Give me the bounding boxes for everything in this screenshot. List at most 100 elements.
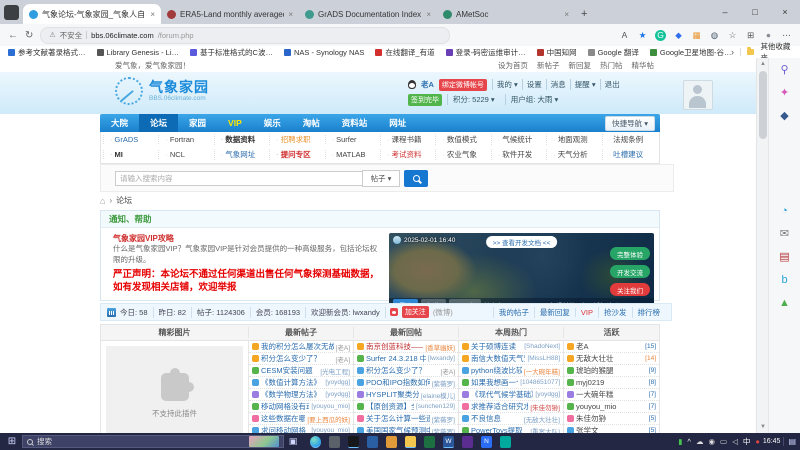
post-title[interactable]: 移动网格没有动 bbox=[261, 401, 309, 412]
section-title[interactable]: 通知、帮助 bbox=[109, 213, 152, 225]
subnav-link[interactable]: 课程书籍 bbox=[380, 134, 435, 145]
post-title[interactable]: CESM安装问题 bbox=[261, 365, 318, 376]
post-author[interactable]: [要上西瓜的妖] bbox=[307, 414, 350, 424]
post-row[interactable]: 美国国家气候预测中心 [紫薇罗] bbox=[354, 425, 458, 433]
stats-link[interactable]: VIP bbox=[575, 308, 598, 317]
toolbar-icon[interactable]: ▦ bbox=[691, 30, 702, 41]
start-button[interactable]: ⊞ bbox=[2, 436, 22, 447]
tray-icon[interactable]: ☁ bbox=[696, 438, 704, 446]
toolbar-icon[interactable]: G bbox=[655, 30, 666, 41]
subnav-link[interactable]: 气象网址 bbox=[214, 149, 269, 160]
search-button[interactable] bbox=[404, 170, 428, 187]
post-row[interactable]: Surfer 24.3.218 中文 [lwxandy] bbox=[354, 353, 458, 365]
post-title[interactable]: 求推荐适合研究水热 bbox=[471, 401, 528, 412]
tab-close-icon[interactable]: × bbox=[150, 10, 155, 19]
subnav-link[interactable]: 招聘求职 bbox=[269, 134, 324, 145]
post-title[interactable]: youyou_mio bbox=[576, 402, 647, 411]
post-title[interactable]: 关于硕博连读 bbox=[471, 341, 522, 352]
post-title[interactable]: 朱佳勿狲 bbox=[576, 413, 647, 424]
post-title[interactable]: 《数学物理方法》 bbox=[261, 389, 323, 400]
browser-tab[interactable]: GrADS Documentation Index × bbox=[299, 4, 437, 24]
subnav-link[interactable]: 软件开发 bbox=[491, 149, 546, 160]
nav-item[interactable]: 淘帖 bbox=[292, 114, 331, 132]
search-scope-select[interactable]: 帖子 ▾ bbox=[362, 170, 400, 187]
bookmark-item[interactable]: 在线翻译_有道 bbox=[375, 47, 434, 58]
nav-item[interactable]: 娱乐 bbox=[253, 114, 292, 132]
subnav-link[interactable]: 地面观测 bbox=[546, 134, 601, 145]
post-author[interactable]: [14] bbox=[645, 355, 656, 362]
toolbar-icon[interactable]: ◍ bbox=[709, 30, 720, 41]
post-author[interactable]: [ShadoNext] bbox=[524, 343, 560, 350]
credit-label[interactable]: 积分: 5229 ▾ bbox=[447, 94, 500, 105]
nav-item[interactable]: 大院 bbox=[100, 114, 139, 132]
post-row[interactable]: python绕波比较 [一大碗年糕] bbox=[459, 365, 563, 377]
post-row[interactable]: 积分怎么变少了？ [老A] bbox=[249, 353, 353, 365]
taskbar-app-icon[interactable] bbox=[386, 436, 397, 448]
bookmark-item[interactable]: Google卫星地图-谷… bbox=[650, 47, 731, 58]
bookmark-item[interactable]: NAS - Synology NAS bbox=[284, 48, 364, 57]
subnav-link[interactable]: 天气分析 bbox=[546, 149, 601, 160]
tray-icon[interactable]: ◉ bbox=[708, 438, 715, 446]
taskbar-app-icon[interactable] bbox=[348, 436, 359, 448]
bookmark-item[interactable]: Library Genesis - Li… bbox=[97, 48, 180, 57]
post-author[interactable]: [15] bbox=[645, 343, 656, 350]
subnav-link[interactable]: 考试资料 bbox=[380, 149, 435, 160]
tray-icon[interactable]: ^ bbox=[687, 438, 691, 446]
post-row[interactable]: 关于硕博连读 [ShadoNext] bbox=[459, 341, 563, 353]
post-title[interactable]: 一大碗年糕 bbox=[576, 389, 647, 400]
post-author[interactable]: [老A] bbox=[441, 366, 455, 376]
taskbar-search-box[interactable]: 搜索 bbox=[22, 435, 284, 448]
post-author[interactable]: [老A] bbox=[336, 354, 350, 364]
url-domain[interactable]: bbs.06climate.com bbox=[91, 31, 154, 40]
post-author[interactable]: [光电工程] bbox=[320, 366, 350, 376]
taskbar-app-icon[interactable] bbox=[424, 436, 435, 448]
post-title[interactable]: 南京创蓝科技—— bbox=[366, 341, 423, 352]
post-author[interactable]: [一大碗年糕] bbox=[524, 366, 560, 376]
post-row[interactable]: 无敌大壮壮 [14] bbox=[564, 353, 659, 365]
post-row[interactable]: 移动网格没有动 [youyou_mio] bbox=[249, 401, 353, 413]
toolbar-icon[interactable]: ● bbox=[763, 30, 774, 41]
sidebar-icon[interactable]: b bbox=[781, 275, 787, 286]
taskbar-app-icon[interactable] bbox=[462, 436, 473, 448]
post-row[interactable]: PDO和IPO指数如何下载 [紫薇罗] bbox=[354, 377, 458, 389]
post-author[interactable]: [香草幽妖] bbox=[425, 342, 455, 352]
post-title[interactable]: 如果我想画一个 bbox=[471, 377, 518, 388]
subnav-link[interactable]: 气候统计 bbox=[491, 134, 546, 145]
nav-item[interactable]: VIP bbox=[217, 114, 253, 132]
security-label[interactable]: 不安全 bbox=[60, 30, 83, 41]
post-author[interactable]: [MissLH88] bbox=[527, 355, 560, 362]
toolbar-icon[interactable]: ☆ bbox=[727, 30, 738, 41]
post-title[interactable]: PowerToys提取 bbox=[471, 425, 528, 433]
user-link[interactable]: 我的 ▾ bbox=[492, 79, 522, 90]
subnav-link[interactable]: MI bbox=[103, 150, 158, 159]
post-author[interactable]: [8] bbox=[649, 379, 656, 386]
tab-close-icon[interactable]: × bbox=[564, 10, 569, 19]
post-title[interactable]: 【原创资源】全国 bbox=[366, 401, 414, 412]
post-author[interactable]: [7] bbox=[649, 391, 656, 398]
search-highlight-image[interactable] bbox=[249, 436, 279, 447]
post-title[interactable]: 不良信息 bbox=[471, 413, 522, 424]
taskbar-app-icon[interactable] bbox=[310, 436, 321, 448]
bookmarks-overflow-icon[interactable]: › bbox=[731, 47, 734, 57]
subnav-link[interactable]: 吐槽建议 bbox=[602, 149, 657, 160]
tray-icon[interactable]: ▮ bbox=[678, 438, 682, 446]
browser-tab[interactable]: AMetSoc × bbox=[437, 4, 575, 24]
post-row[interactable]: 朱佳勿狲 [5] bbox=[564, 413, 659, 425]
post-row[interactable]: 求问移动网格 [youyou_mio] bbox=[249, 425, 353, 433]
quick-nav-button[interactable]: 快捷导航 ▾ bbox=[605, 116, 655, 131]
url-box[interactable]: ⚠ 不安全 bbs.06climate.com /forum.php bbox=[40, 27, 450, 44]
username-link[interactable]: 老A bbox=[421, 79, 434, 90]
post-row[interactable]: 张学文 [5] bbox=[564, 425, 659, 433]
subnav-link[interactable]: GrADS bbox=[103, 135, 158, 144]
post-title[interactable]: HYSPLIT聚类分析篇 bbox=[366, 389, 419, 400]
scrollbar-thumb[interactable] bbox=[759, 71, 767, 139]
user-link[interactable]: 设置 bbox=[522, 79, 546, 90]
user-link[interactable]: 消息 bbox=[546, 79, 570, 90]
top-link[interactable]: 设为首页 bbox=[498, 60, 528, 71]
post-author[interactable]: [lwxandy] bbox=[428, 355, 455, 362]
post-title[interactable]: 关于怎么计算一些遥相 bbox=[366, 413, 430, 424]
post-title[interactable]: 《数值计算方法》 bbox=[261, 377, 323, 388]
browser-tab[interactable]: 气象论坛-气象家园_气象人自己… × bbox=[23, 4, 161, 24]
post-row[interactable]: 《数值计算方法》 [yoydgg] bbox=[249, 377, 353, 389]
taskbar-app-icon[interactable]: W bbox=[443, 436, 454, 448]
